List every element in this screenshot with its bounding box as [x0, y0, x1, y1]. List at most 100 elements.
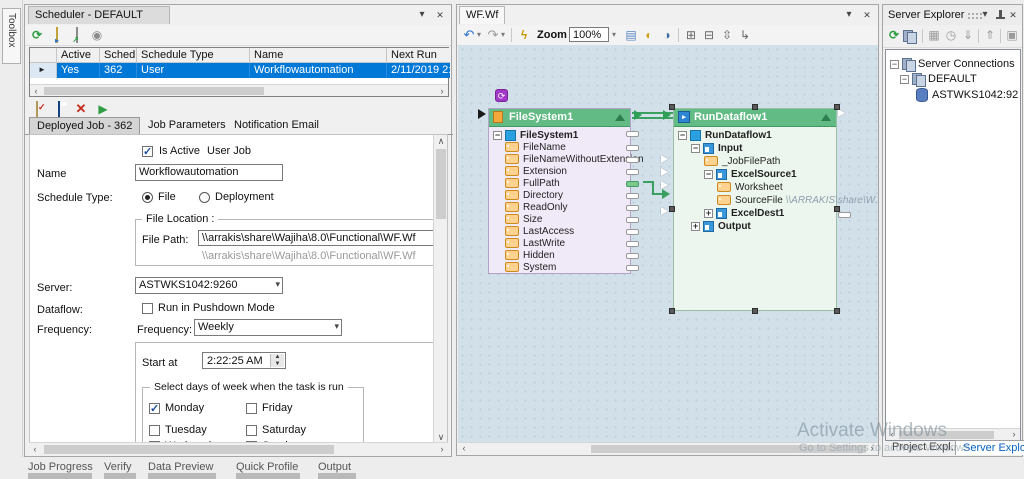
tree-row[interactable]: Input	[678, 142, 836, 155]
edit-schedule-icon[interactable]	[69, 27, 85, 43]
cell-active[interactable]: Yes	[57, 63, 100, 78]
collapse-node-icon[interactable]	[615, 114, 625, 121]
server-explorer-menu-chevron-icon[interactable]	[978, 8, 992, 22]
input-pin[interactable]	[661, 181, 668, 189]
rundataflow-node-header[interactable]: ▸ RunDataflow1	[674, 109, 836, 127]
file-path-input[interactable]: \\arrakis\share\Wajiha\8.0\Functional\WF…	[198, 230, 444, 246]
selection-handle[interactable]	[752, 104, 758, 110]
collapse-icon[interactable]	[691, 144, 700, 153]
zoom-out-icon[interactable]: ⊟	[701, 27, 717, 43]
tree-row[interactable]: Worksheet	[678, 181, 836, 194]
tree-horizontal-scrollbar[interactable]: ‹ ›	[886, 428, 1020, 440]
scroll-thumb[interactable]	[44, 445, 334, 454]
show-annotations-icon[interactable]: ◑	[659, 27, 675, 43]
cell-next-run[interactable]: 2/11/2019 2:22:2	[387, 63, 450, 78]
print-layout-icon[interactable]: ▤	[623, 27, 639, 43]
tree-item-default[interactable]: DEFAULT	[900, 73, 977, 86]
collapse-icon[interactable]	[678, 131, 687, 140]
day-saturday-checkbox[interactable]	[246, 425, 257, 436]
rundataflow-node[interactable]: ▸ RunDataflow1 RunDataflow1 Input _JobFi…	[673, 108, 837, 311]
show-dataflow-icon[interactable]: ◐	[641, 27, 657, 43]
scheduler-close-icon[interactable]	[433, 8, 447, 22]
day-friday-checkbox[interactable]	[246, 403, 257, 414]
expand-icon[interactable]	[704, 209, 713, 218]
undo-dropdown-icon[interactable]: ▾	[475, 27, 483, 43]
row-selector-marker[interactable]	[30, 63, 57, 78]
selection-handle[interactable]	[834, 206, 840, 212]
scroll-right-icon[interactable]: ›	[866, 443, 878, 454]
fit-to-window-icon[interactable]: ⇳	[719, 27, 735, 43]
output-pin[interactable]	[626, 241, 639, 247]
output-pin[interactable]	[838, 212, 851, 218]
output-pin[interactable]	[626, 169, 639, 175]
filesystem-node-header[interactable]: FileSystem1	[489, 109, 630, 127]
day-tuesday-checkbox[interactable]	[149, 425, 160, 436]
expand-icon[interactable]	[691, 222, 700, 231]
scroll-right-icon[interactable]: ›	[436, 444, 448, 455]
file-radio[interactable]	[142, 192, 153, 203]
tree-item-server-connections[interactable]: Server Connections	[890, 58, 1015, 71]
validate-workflow-icon[interactable]: ϟ	[516, 27, 532, 43]
upload-icon[interactable]: ⇑	[982, 27, 998, 43]
output-pin[interactable]	[626, 193, 639, 199]
input-pin[interactable]	[661, 168, 668, 176]
output-pin[interactable]	[626, 229, 639, 235]
tab-server-explorer[interactable]: Server Explo	[955, 440, 1024, 455]
image-icon[interactable]: ▦	[926, 27, 942, 43]
table-horizontal-scrollbar[interactable]: ‹ ›	[30, 84, 448, 96]
name-input[interactable]: Workflowautomation	[135, 164, 283, 181]
validate-schedule-icon[interactable]	[29, 101, 45, 117]
tab-deployed-job[interactable]: Deployed Job - 362	[29, 117, 140, 134]
selection-handle[interactable]	[669, 104, 675, 110]
cell-name[interactable]: Workflowautomation	[250, 63, 387, 78]
column-header-schedule-id[interactable]: Sched...	[100, 48, 137, 63]
filesystem-node[interactable]: FileSystem1 FileSystem1 FileName FileNam…	[488, 108, 631, 274]
view-schedule-icon[interactable]: ◉	[89, 27, 105, 43]
tree-row[interactable]: SourceFile \\ARRAKIS\share\W...	[678, 194, 836, 207]
selection-handle[interactable]	[669, 308, 675, 314]
selection-handle[interactable]	[834, 308, 840, 314]
server-select[interactable]: ASTWKS1042:9260 ▾	[135, 277, 283, 294]
schema-root-row[interactable]: FileSystem1	[493, 129, 630, 142]
workflow-sync-icon[interactable]: ⟳	[495, 89, 508, 102]
start-at-spinner[interactable]: 2:22:25 AM ▲▼	[202, 352, 286, 369]
collapse-node-icon[interactable]	[821, 114, 831, 121]
scroll-right-icon[interactable]: ›	[1008, 429, 1020, 440]
delete-schedule-icon[interactable]: ✕	[73, 101, 89, 117]
deployment-radio[interactable]	[199, 192, 210, 203]
scroll-left-icon[interactable]: ‹	[29, 444, 41, 455]
scroll-left-icon[interactable]: ‹	[458, 443, 470, 454]
day-monday-checkbox[interactable]	[149, 403, 160, 414]
workflow-menu-chevron-icon[interactable]	[842, 8, 856, 22]
new-schedule-icon[interactable]	[49, 27, 65, 43]
output-pin[interactable]	[626, 265, 639, 271]
collapse-icon[interactable]	[704, 170, 713, 179]
output-pin[interactable]	[626, 131, 639, 137]
cell-schedule-id[interactable]: 362	[100, 63, 137, 78]
output-pin[interactable]	[626, 217, 639, 223]
server-explorer-close-icon[interactable]	[1006, 8, 1020, 22]
tree-row[interactable]: ExcelDest1	[678, 207, 836, 220]
window-icon[interactable]: ▣	[1004, 27, 1020, 43]
scheduler-title-tab[interactable]: Scheduler - DEFAULT	[28, 6, 170, 24]
scheduler-menu-chevron-icon[interactable]	[415, 8, 429, 22]
scroll-up-icon[interactable]: ∧	[435, 136, 447, 147]
scroll-thumb[interactable]	[44, 87, 264, 95]
selection-handle[interactable]	[834, 104, 840, 110]
selection-handle[interactable]	[752, 308, 758, 314]
collapse-icon[interactable]	[900, 75, 909, 84]
download-icon[interactable]: ⇓	[960, 27, 976, 43]
tree-row[interactable]: ExcelSource1	[678, 168, 836, 181]
column-header-active[interactable]: Active	[57, 48, 100, 63]
workflow-canvas[interactable]: ⟳ FileSystem1 FileSystem1 FileName FileN…	[458, 45, 878, 445]
collapse-icon[interactable]	[493, 131, 502, 140]
fullpath-connected-pin[interactable]	[626, 181, 639, 187]
column-header-name[interactable]: Name	[250, 48, 387, 63]
tab-job-parameters[interactable]: Job Parameters	[141, 117, 233, 134]
zoom-in-icon[interactable]: ⊞	[683, 27, 699, 43]
scroll-thumb[interactable]	[436, 149, 446, 219]
toolbox-tab[interactable]: Toolbox	[2, 8, 21, 64]
scroll-left-icon[interactable]: ‹	[886, 429, 898, 440]
scroll-left-icon[interactable]: ‹	[30, 86, 42, 97]
scroll-thumb[interactable]	[591, 445, 866, 453]
